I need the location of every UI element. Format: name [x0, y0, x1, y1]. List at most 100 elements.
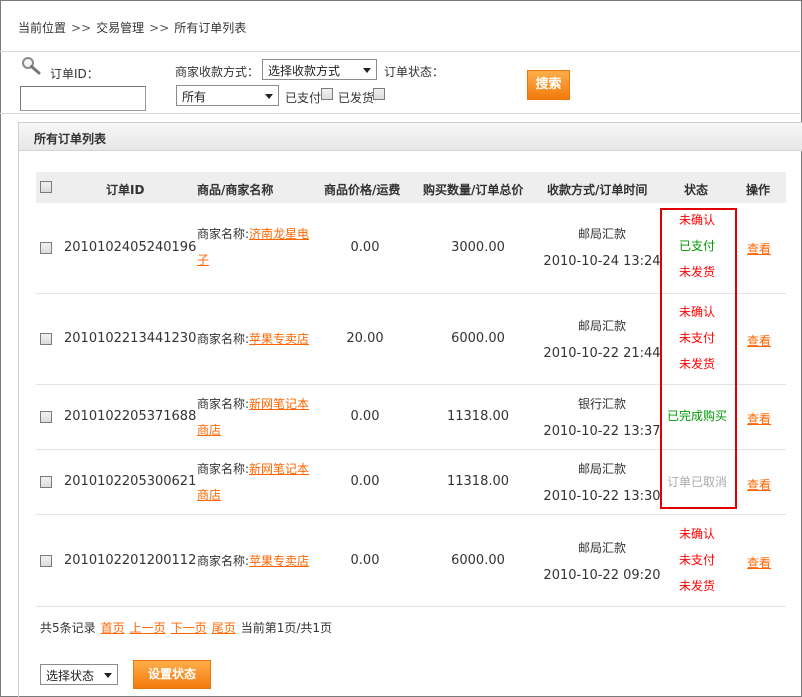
order-time: 2010-10-24 13:24 — [543, 254, 661, 269]
merchant-link[interactable]: 苹果专卖店 — [249, 554, 309, 568]
merchant-link[interactable]: 苹果专卖店 — [249, 332, 309, 346]
order-status-label: 订单状态： — [384, 65, 445, 79]
pagination: 共5条记录 首页 上一页 下一页 尾页 当前第1页/共1页 — [40, 619, 332, 636]
payment-method-selected: 选择收款方式 — [268, 64, 341, 78]
payment-time-cell: 邮局汇款 2010-10-22 21:44 — [542, 312, 662, 368]
status-select[interactable]: 选择状态 — [40, 664, 118, 685]
breadcrumb-all-orders: 所有订单列表 — [174, 21, 247, 35]
last-page-link[interactable]: 尾页 — [212, 621, 236, 635]
order-status-selected: 所有 — [182, 90, 207, 104]
row-checkbox[interactable] — [40, 555, 52, 567]
header-payment-time: 收款方式/订单时间 — [547, 183, 648, 197]
payment-time-cell: 邮局汇款 2010-10-22 09:20 — [542, 534, 662, 590]
payment-method: 银行汇款 — [577, 397, 626, 411]
panel-header: 所有订单列表 — [19, 123, 802, 151]
paid-label: 已支付 — [285, 91, 322, 105]
order-id: 2010102205300621 — [64, 474, 197, 489]
header-quantity-total: 购买数量/订单总价 — [423, 183, 524, 197]
status-badge: 未确认 — [678, 527, 715, 541]
select-all-checkbox[interactable] — [40, 181, 52, 193]
payment-method: 邮局汇款 — [577, 462, 626, 476]
view-link[interactable]: 查看 — [747, 476, 771, 493]
breadcrumb-separator: >> — [71, 21, 92, 35]
set-status-button[interactable]: 设置状态 — [133, 660, 211, 689]
first-page-link[interactable]: 首页 — [101, 621, 125, 635]
page-info: 当前第1页/共1页 — [240, 621, 333, 635]
order-total: 11318.00 — [446, 474, 510, 489]
order-id-label: 订单ID： — [50, 67, 99, 81]
shipped-checkbox[interactable] — [373, 88, 385, 100]
merchant-prefix: 商家名称: — [197, 397, 250, 411]
shipped-label: 已发货 — [338, 91, 375, 105]
price: 20.00 — [346, 331, 384, 346]
chevron-down-icon — [104, 673, 112, 678]
view-link[interactable]: 查看 — [747, 554, 771, 571]
next-page-link[interactable]: 下一页 — [171, 621, 207, 635]
order-id: 2010102405240196 — [64, 240, 197, 255]
order-time: 2010-10-22 13:30 — [543, 489, 661, 504]
merchant-prefix: 商家名称: — [197, 227, 250, 241]
breadcrumb-current-location: 当前位置 — [18, 21, 67, 35]
divider — [0, 113, 800, 114]
payment-time-cell: 邮局汇款 2010-10-22 13:30 — [542, 455, 662, 511]
breadcrumb-trade-management[interactable]: 交易管理 — [96, 21, 144, 35]
order-total: 3000.00 — [451, 240, 505, 255]
order-id-input[interactable] — [20, 86, 146, 111]
price: 0.00 — [350, 474, 380, 489]
merchant-link[interactable]: 新网笔记本 — [249, 462, 309, 476]
record-count: 共5条记录 — [40, 621, 96, 635]
paid-checkbox[interactable] — [321, 88, 333, 100]
row-checkbox[interactable] — [40, 333, 52, 345]
merchant-cell: 商家名称:苹果专卖店 — [197, 326, 317, 352]
order-time: 2010-10-22 21:44 — [543, 346, 661, 361]
merchant-link[interactable]: 商店 — [197, 488, 221, 502]
breadcrumb-separator: >> — [149, 21, 170, 35]
merchant-cell: 商家名称:新网笔记本商店 — [197, 391, 317, 443]
payment-time-cell: 邮局汇款 2010-10-24 13:24 — [542, 220, 662, 276]
status-select-value: 选择状态 — [46, 669, 95, 683]
merchant-link[interactable]: 济南龙星电 — [249, 227, 309, 241]
merchant-cell: 商家名称:新网笔记本 商店 — [197, 456, 317, 508]
panel-title: 所有订单列表 — [34, 132, 107, 146]
view-link[interactable]: 查看 — [747, 332, 771, 349]
row-divider — [36, 514, 786, 515]
breadcrumb: 当前位置 >> 交易管理 >> 所有订单列表 — [18, 19, 246, 36]
order-status-select[interactable]: 所有 — [176, 85, 279, 106]
payment-method-label: 商家收款方式： — [175, 65, 260, 79]
merchant-link[interactable]: 新网笔记本 — [249, 397, 309, 411]
payment-method: 邮局汇款 — [577, 319, 626, 333]
order-id: 2010102205371688 — [64, 409, 197, 424]
order-total: 6000.00 — [451, 331, 505, 346]
status-cell: 未确认 未支付 未发货 — [660, 521, 734, 599]
chevron-down-icon — [265, 94, 273, 99]
prev-page-link[interactable]: 上一页 — [130, 621, 166, 635]
price: 0.00 — [350, 409, 380, 424]
merchant-link[interactable]: 商店 — [197, 423, 221, 437]
row-checkbox[interactable] — [40, 476, 52, 488]
header-price-shipping: 商品价格/运费 — [324, 183, 401, 197]
status-badge: 未发货 — [678, 579, 715, 593]
payment-method: 邮局汇款 — [577, 541, 626, 555]
merchant-cell: 商家名称:济南龙星电子 — [197, 221, 317, 273]
order-total: 6000.00 — [451, 553, 505, 568]
price: 0.00 — [350, 553, 380, 568]
merchant-link[interactable]: 子 — [197, 253, 209, 267]
row-divider — [36, 606, 786, 607]
order-time: 2010-10-22 13:37 — [543, 424, 661, 439]
payment-time-cell: 银行汇款 2010-10-22 13:37 — [542, 390, 662, 446]
row-checkbox[interactable] — [40, 411, 52, 423]
view-link[interactable]: 查看 — [747, 410, 771, 427]
order-id: 2010102213441230 — [64, 331, 197, 346]
header-actions: 操作 — [746, 183, 771, 197]
payment-method-select[interactable]: 选择收款方式 — [262, 59, 377, 80]
status-badge: 未支付 — [678, 553, 715, 567]
order-total: 11318.00 — [446, 409, 510, 424]
divider — [0, 51, 800, 52]
search-icon — [22, 57, 41, 75]
search-button[interactable]: 搜索 — [527, 70, 570, 100]
row-checkbox[interactable] — [40, 242, 52, 254]
view-link[interactable]: 查看 — [747, 240, 771, 257]
header-product-merchant: 商品/商家名称 — [197, 183, 274, 197]
status-highlight-box — [660, 208, 737, 509]
payment-method: 邮局汇款 — [577, 227, 626, 241]
